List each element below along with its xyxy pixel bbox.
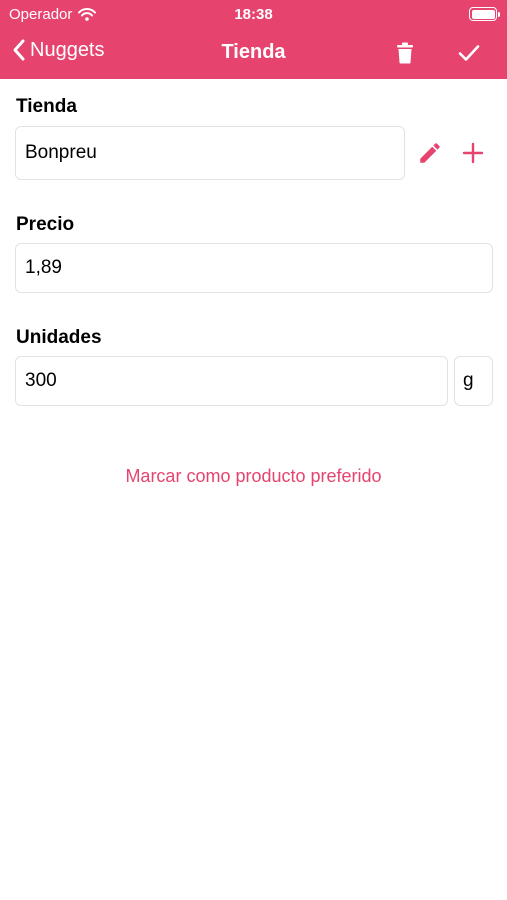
mark-favorite-button[interactable]: Marcar como producto preferido	[0, 466, 507, 487]
status-time: 18:38	[234, 6, 273, 23]
units-label: Unidades	[16, 327, 102, 348]
unit-selector[interactable]: g	[454, 356, 493, 406]
pencil-icon	[420, 143, 440, 163]
trash-icon	[397, 42, 413, 64]
edit-store-button[interactable]	[415, 138, 445, 168]
status-bar: Operador 18:38	[0, 0, 507, 28]
delete-button[interactable]	[392, 40, 418, 66]
add-store-button[interactable]	[458, 138, 488, 168]
app-header: Operador 18:38 Nuggets Tienda	[0, 0, 507, 79]
page-title: Tienda	[221, 41, 286, 63]
navigation-bar: Nuggets Tienda	[0, 28, 507, 79]
price-label: Precio	[16, 214, 75, 235]
units-field[interactable]: 300	[15, 356, 448, 406]
store-field[interactable]: Bonpreu	[15, 126, 405, 180]
plus-icon	[462, 142, 484, 164]
store-label: Tienda	[16, 96, 77, 117]
battery-icon	[469, 7, 500, 21]
confirm-button[interactable]	[456, 40, 482, 66]
price-field[interactable]: 1,89	[15, 243, 493, 293]
checkmark-icon	[458, 45, 480, 61]
